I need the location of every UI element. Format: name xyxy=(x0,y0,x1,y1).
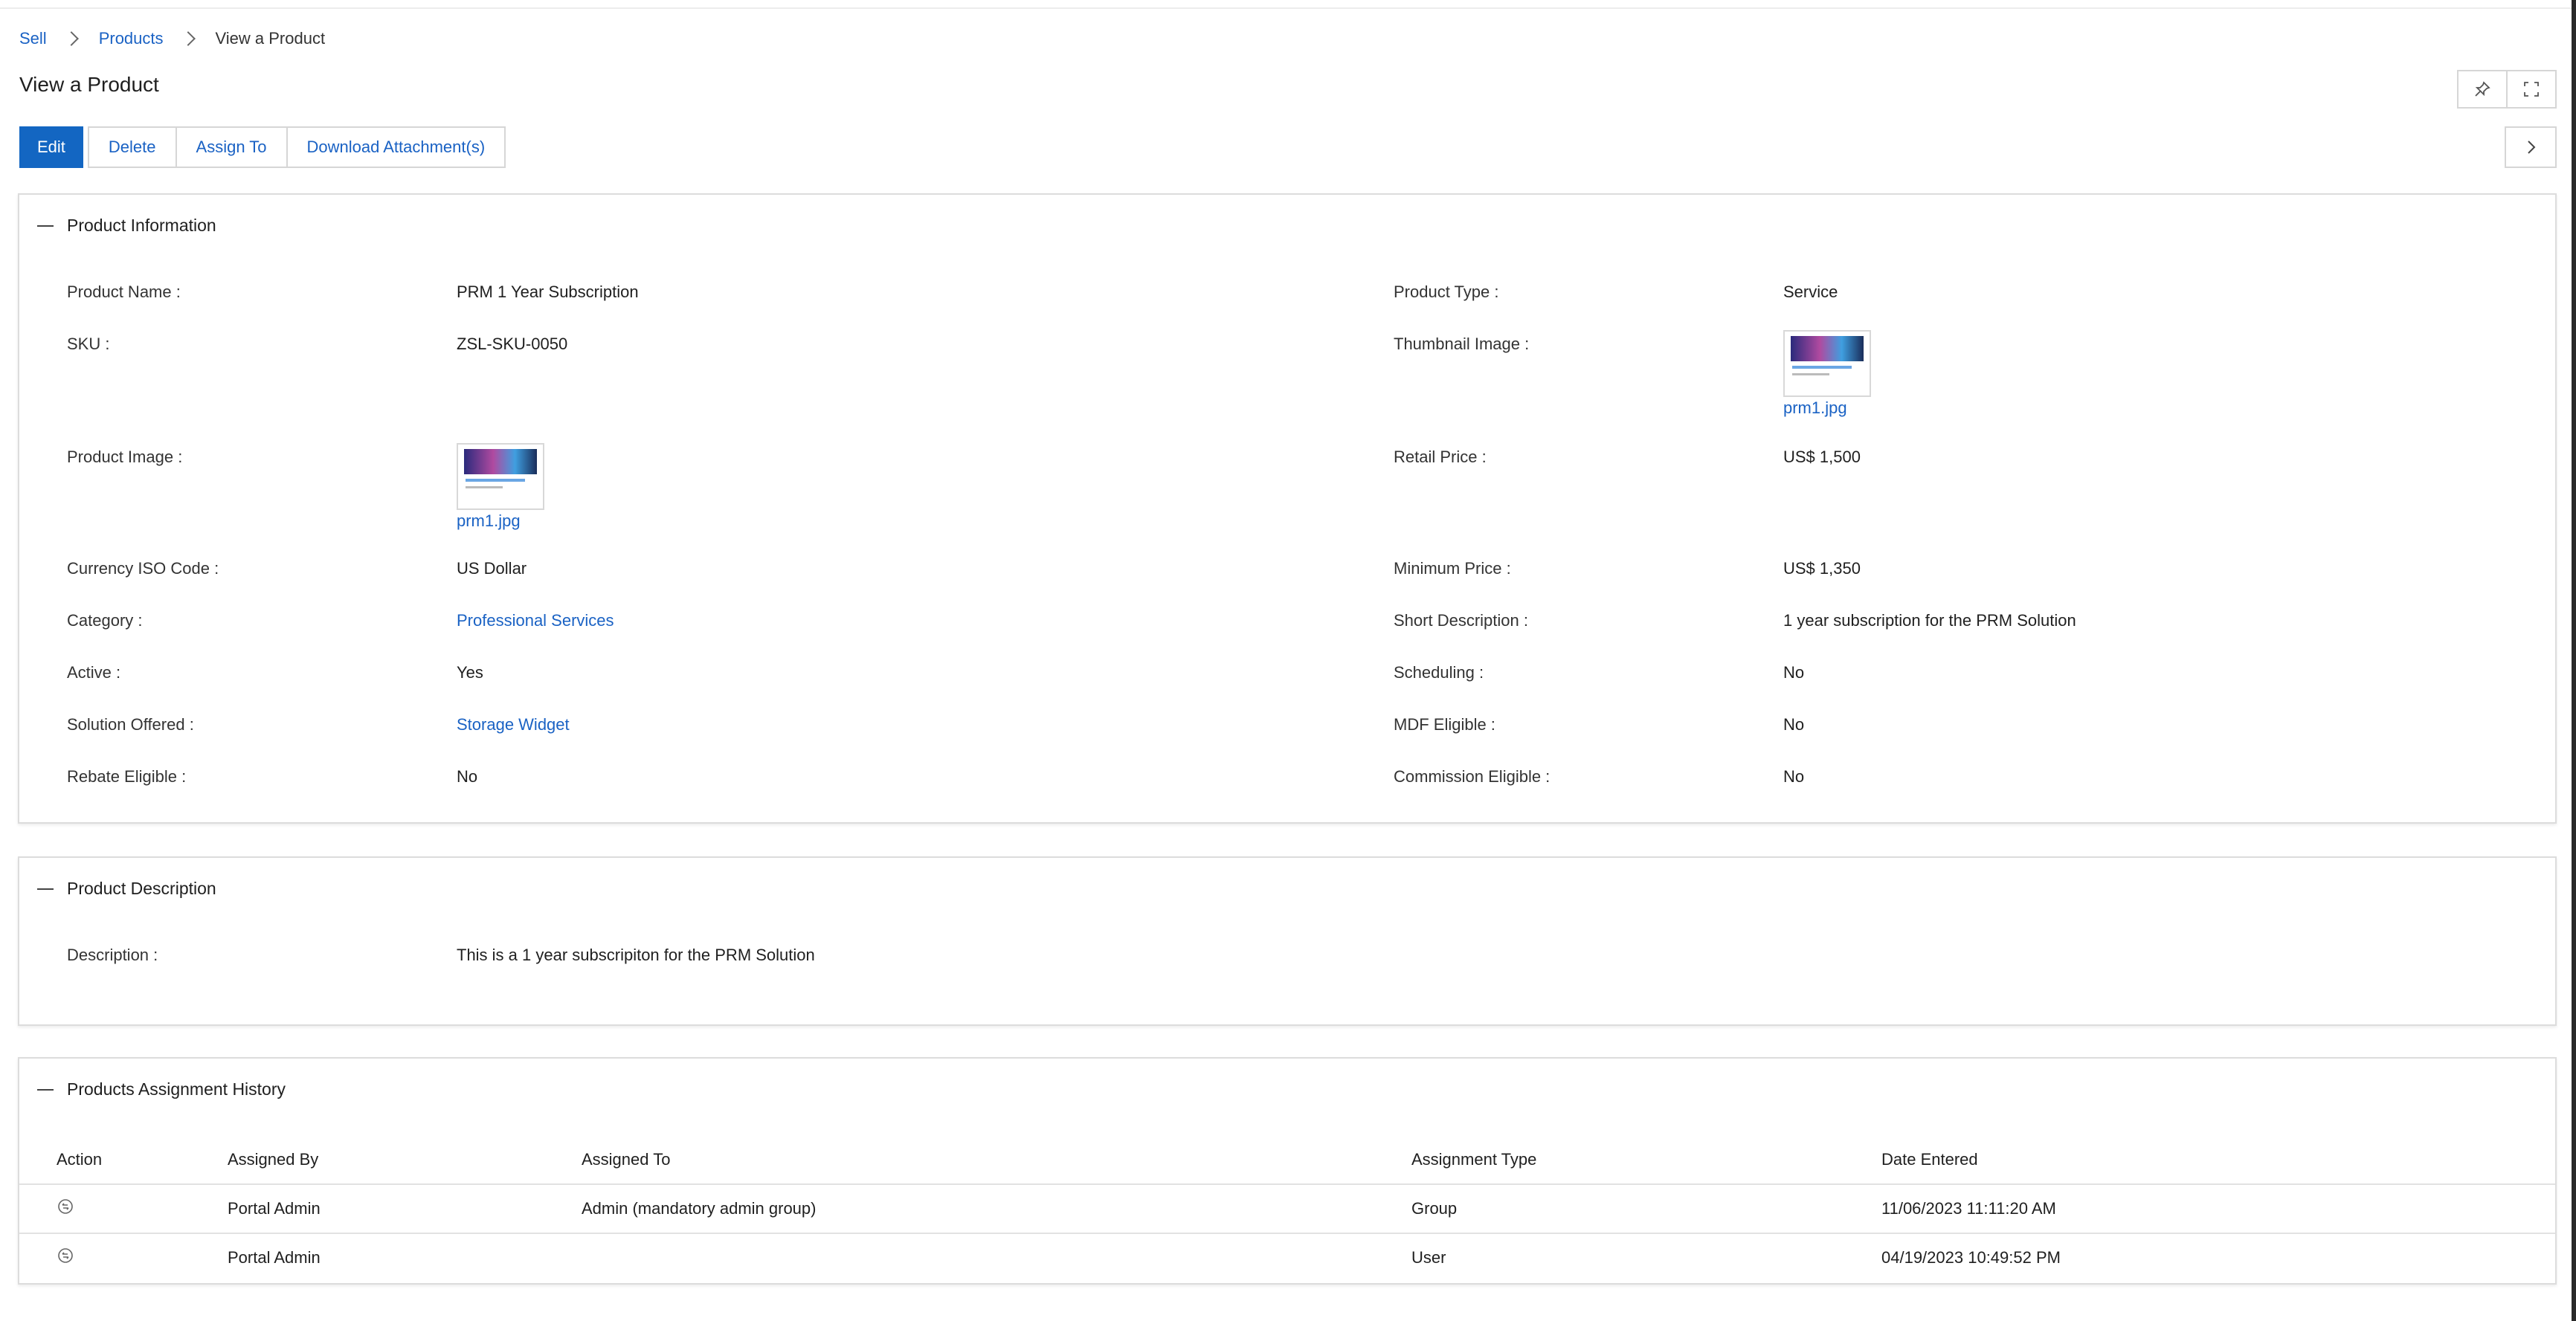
mdf-eligible-label: MDF Eligible : xyxy=(1394,715,1495,734)
section-title: Product Information xyxy=(67,216,216,235)
date-entered-cell: 04/19/2023 10:49:52 PM xyxy=(1881,1248,2061,1267)
short-description-label: Short Description : xyxy=(1394,611,1528,630)
product-description-section: Product Description Description : This i… xyxy=(18,856,2557,1026)
sku-label: SKU : xyxy=(67,335,110,353)
product-type-label: Product Type : xyxy=(1394,282,1499,301)
minus-icon[interactable] xyxy=(37,888,54,890)
assign-to-button[interactable]: Assign To xyxy=(175,126,288,168)
thumbnail-image[interactable] xyxy=(1783,330,1871,397)
section-title: Product Description xyxy=(67,879,216,898)
assigned-by-cell: Portal Admin xyxy=(228,1248,321,1267)
date-entered-cell: 11/06/2023 11:11:20 AM xyxy=(1881,1184,2555,1234)
product-image-label: Product Image : xyxy=(67,448,183,466)
view-controls xyxy=(2457,70,2557,109)
product-name-label: Product Name : xyxy=(67,282,181,301)
thumbnail-file-link[interactable]: prm1.jpg xyxy=(1783,398,1847,418)
download-attachments-button[interactable]: Download Attachment(s) xyxy=(286,126,506,168)
solution-offered-label: Solution Offered : xyxy=(67,715,194,734)
table-row: Portal Admin User 04/19/2023 10:49:52 PM xyxy=(19,1233,2555,1282)
commission-eligible-label: Commission Eligible : xyxy=(1394,767,1551,786)
pin-button[interactable] xyxy=(2457,70,2508,109)
delete-button[interactable]: Delete xyxy=(87,126,177,168)
next-record-button[interactable] xyxy=(2505,126,2557,168)
section-header[interactable]: Product Information xyxy=(37,216,216,236)
column-header: Assigned By xyxy=(228,1136,582,1185)
section-title: Products Assignment History xyxy=(67,1079,286,1099)
assigned-to-cell xyxy=(582,1233,1411,1282)
assignment-history-section: Products Assignment History Action Assig… xyxy=(18,1057,2557,1285)
chevron-right-icon xyxy=(63,31,79,46)
scheduling-value: No xyxy=(1783,663,1805,682)
edit-button[interactable]: Edit xyxy=(19,126,83,168)
expand-button[interactable] xyxy=(2506,70,2557,109)
page-title: View a Product xyxy=(19,73,159,96)
description-value: This is a 1 year subscripiton for the PR… xyxy=(457,946,815,964)
assignment-history-table: Action Assigned By Assigned To Assignmen… xyxy=(19,1136,2555,1282)
column-header: Assignment Type xyxy=(1411,1136,1881,1185)
currency-value: US Dollar xyxy=(457,559,527,578)
active-label: Active : xyxy=(67,663,121,682)
description-label: Description : xyxy=(67,946,158,964)
category-label: Category : xyxy=(67,611,143,630)
pin-icon xyxy=(2475,81,2490,97)
chevron-right-icon xyxy=(180,31,196,46)
history-icon[interactable] xyxy=(57,1198,74,1215)
product-name-value: PRM 1 Year Subscription xyxy=(457,282,639,301)
currency-label: Currency ISO Code : xyxy=(67,559,219,578)
breadcrumb: Sell Products View a Product xyxy=(19,27,325,51)
short-description-value: 1 year subscription for the PRM Solution xyxy=(1783,611,2076,630)
expand-icon xyxy=(2524,82,2539,97)
minus-icon[interactable] xyxy=(37,1088,54,1091)
active-value: Yes xyxy=(457,663,483,682)
history-icon[interactable] xyxy=(57,1247,74,1265)
section-header[interactable]: Products Assignment History xyxy=(37,1079,286,1099)
minimum-price-value: US$ 1,350 xyxy=(1783,559,1861,578)
minus-icon[interactable] xyxy=(37,225,54,227)
scheduling-label: Scheduling : xyxy=(1394,663,1484,682)
action-toolbar: Edit Delete Assign To Download Attachmen… xyxy=(19,126,506,168)
breadcrumb-products[interactable]: Products xyxy=(99,29,164,48)
section-header[interactable]: Product Description xyxy=(37,879,216,899)
chevron-right-icon xyxy=(2528,141,2536,154)
column-header: Assigned To xyxy=(582,1136,1411,1185)
table-row: Portal Admin Admin (mandatory admin grou… xyxy=(19,1184,2555,1234)
retail-price-value: US$ 1,500 xyxy=(1783,448,1861,466)
product-image[interactable] xyxy=(457,443,544,510)
category-link[interactable]: Professional Services xyxy=(457,611,614,630)
assignment-type-cell: User xyxy=(1411,1248,1446,1267)
assignment-type-cell: Group xyxy=(1411,1184,1881,1234)
product-information-section: Product Information Product Name : PRM 1… xyxy=(18,193,2557,824)
product-image-file-link[interactable]: prm1.jpg xyxy=(457,511,521,531)
assigned-to-cell: Admin (mandatory admin group) xyxy=(582,1184,1411,1234)
thumbnail-image-label: Thumbnail Image : xyxy=(1394,335,1530,353)
mdf-eligible-value: No xyxy=(1783,715,1805,734)
minimum-price-label: Minimum Price : xyxy=(1394,559,1511,578)
rebate-eligible-value: No xyxy=(457,767,478,786)
commission-eligible-value: No xyxy=(1783,767,1805,786)
retail-price-label: Retail Price : xyxy=(1394,448,1487,466)
breadcrumb-sell[interactable]: Sell xyxy=(19,29,47,48)
assigned-by-cell: Portal Admin xyxy=(228,1184,582,1234)
top-divider xyxy=(0,7,2576,9)
table-header-row: Action Assigned By Assigned To Assignmen… xyxy=(19,1136,2555,1185)
product-type-value: Service xyxy=(1783,282,1838,301)
rebate-eligible-label: Rebate Eligible : xyxy=(67,767,187,786)
window-edge xyxy=(2572,0,2576,1321)
sku-value: ZSL-SKU-0050 xyxy=(457,335,568,353)
breadcrumb-current: View a Product xyxy=(215,29,326,48)
column-header: Action xyxy=(19,1136,228,1185)
solution-offered-link[interactable]: Storage Widget xyxy=(457,715,570,734)
column-header: Date Entered xyxy=(1881,1136,2555,1185)
